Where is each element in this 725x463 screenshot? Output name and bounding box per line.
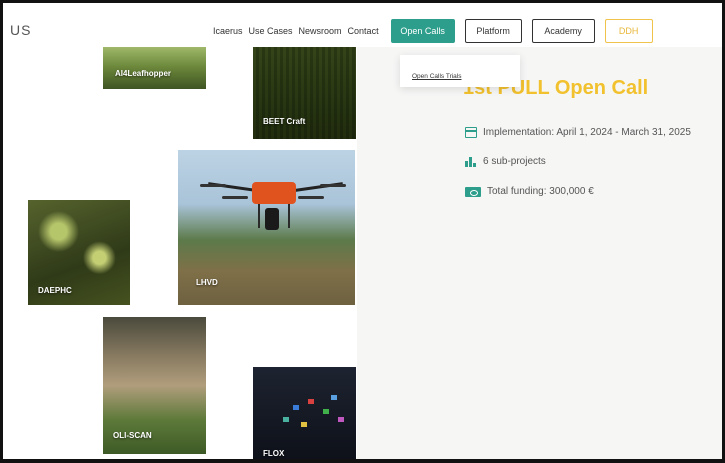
drone-propeller (298, 196, 324, 199)
bar-chart-icon (465, 156, 477, 167)
tile-beet-craft[interactable]: BEET Craft (253, 47, 356, 139)
flox-pixel (338, 417, 344, 422)
funding-text: Total funding: 300,000 € (487, 186, 594, 197)
tile-daephc[interactable]: DAEPHC (28, 200, 130, 305)
drone-propeller (320, 184, 346, 187)
tile-label: AI4Leafhopper (115, 69, 172, 78)
dropdown-item-open-calls-trials[interactable]: Open Calls Trials (412, 73, 462, 80)
flox-pixel (331, 395, 337, 400)
flox-pixel (283, 417, 289, 422)
nav-link-contact[interactable]: Contact (348, 26, 379, 36)
open-calls-dropdown: Open Calls Trials (400, 55, 520, 87)
nav-link-icaerus[interactable]: Icaerus (213, 26, 243, 36)
open-call-panel (357, 47, 722, 459)
implementation-row: Implementation: April 1, 2024 - March 31… (465, 127, 691, 138)
funding-row: Total funding: 300,000 € (465, 186, 594, 197)
drone-leg (288, 204, 290, 228)
tile-ai4leafhopper[interactable]: AI4Leafhopper (103, 47, 206, 89)
site-logo[interactable]: US (10, 22, 31, 38)
drone-body (252, 182, 296, 204)
tile-label: LHVD (196, 278, 218, 287)
tile-flox[interactable]: FLOX (253, 367, 356, 459)
open-calls-button[interactable]: Open Calls (390, 19, 455, 43)
main-nav: Icaerus Use Cases Newsroom Contact Open … (213, 17, 663, 45)
academy-button[interactable]: Academy (531, 19, 595, 43)
drone-propeller (200, 184, 226, 187)
ddh-button[interactable]: DDH (604, 19, 653, 43)
subprojects-text: 6 sub-projects (483, 156, 546, 167)
tile-label: BEET Craft (263, 117, 306, 126)
subprojects-row: 6 sub-projects (465, 156, 546, 167)
drone-leg (258, 204, 260, 228)
tile-oli-scan[interactable]: OLI-SCAN (103, 317, 206, 454)
nav-link-newsroom[interactable]: Newsroom (299, 26, 342, 36)
implementation-text: Implementation: April 1, 2024 - March 31… (483, 127, 691, 138)
drone-camera (265, 208, 279, 230)
frame-bottom-border (0, 459, 725, 463)
flox-pixel (323, 409, 329, 414)
tile-label: FLOX (263, 449, 285, 458)
drone-propeller (222, 196, 248, 199)
calendar-icon (465, 127, 477, 138)
money-icon (465, 186, 481, 197)
flox-pixel (308, 399, 314, 404)
tile-label: OLI-SCAN (113, 431, 152, 440)
nav-link-use-cases[interactable]: Use Cases (249, 26, 293, 36)
flox-pixel (293, 405, 299, 410)
flox-pixel (301, 422, 307, 427)
tile-label: DAEPHC (38, 286, 72, 295)
platform-button[interactable]: Platform (464, 19, 522, 43)
